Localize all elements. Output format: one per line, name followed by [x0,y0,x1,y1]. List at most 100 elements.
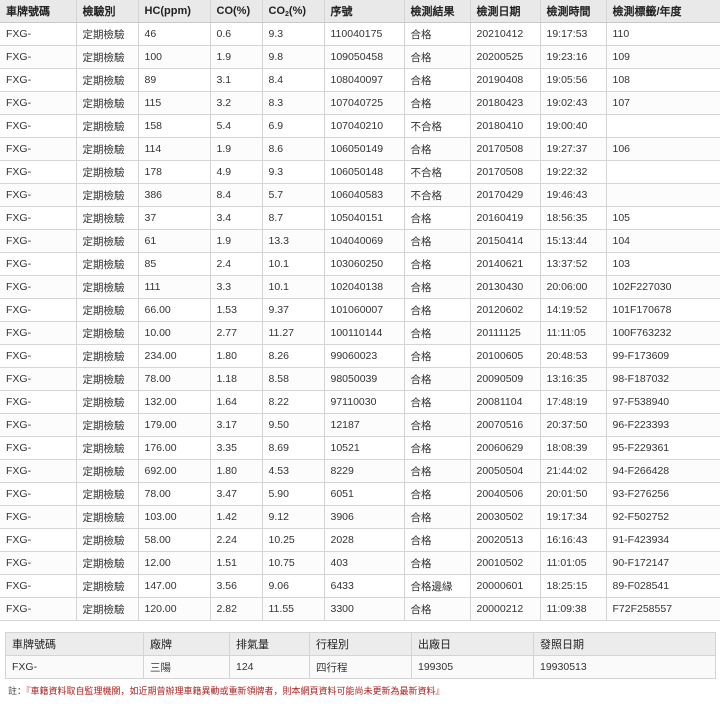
cell-label: 96-F223393 [606,413,720,437]
cell-co: 1.9 [210,229,263,253]
cell-category: 定期檢驗 [76,367,139,391]
cell-hc: 111 [138,275,211,299]
cell-plate: FXG- [0,22,77,46]
cell-hc: 78.00 [138,367,211,391]
table-row: FXG- 定期檢驗 386 8.4 5.7 106040583 不合格 20170429 19:… [0,183,720,207]
cell-co: 1.42 [210,505,263,529]
cell-result: 合格 [404,91,471,115]
cell-result: 合格 [404,45,471,69]
inspection-table: 車牌號碼 檢驗別 HC(ppm) CO(%) CO2(%) 序號 檢測結果 檢測… [0,0,720,621]
cell-label: 91-F423934 [606,528,720,552]
cell-result: 不合格 [404,114,471,138]
cell-date: 20070516 [470,413,541,437]
vehicle-header-brand: 廠牌 [143,632,230,656]
cell-plate: FXG- [0,68,77,92]
cell-co: 3.3 [210,275,263,299]
cell-time: 17:48:19 [540,390,607,414]
note-prefix: 註： [8,686,27,696]
cell-co2: 10.75 [262,551,325,575]
cell-co: 1.18 [210,367,263,391]
table-row: FXG- 定期檢驗 111 3.3 10.1 102040138 合格 20130430 20:… [0,275,720,299]
cell-time: 19:05:56 [540,68,607,92]
cell-co2: 8.3 [262,91,325,115]
cell-co2: 11.27 [262,321,325,345]
cell-plate: FXG- [0,206,77,230]
cell-co2: 9.37 [262,298,325,322]
cell-serial: 10521 [324,436,405,460]
cell-label [606,114,720,138]
cell-co: 1.80 [210,344,263,368]
cell-plate: FXG- [0,367,77,391]
cell-hc: 58.00 [138,528,211,552]
cell-result: 不合格 [404,160,471,184]
cell-co2: 8.22 [262,390,325,414]
cell-hc: 692.00 [138,459,211,483]
cell-category: 定期檢驗 [76,597,139,621]
cell-plate: FXG- [0,551,77,575]
cell-result: 合格邊緣 [404,574,471,598]
cell-label: 102F227030 [606,275,720,299]
cell-serial: 3906 [324,505,405,529]
cell-result: 合格 [404,367,471,391]
cell-result: 合格 [404,505,471,529]
cell-category: 定期檢驗 [76,298,139,322]
cell-plate: FXG- [0,252,77,276]
cell-plate: FXG- [0,160,77,184]
table-row: FXG- 定期檢驗 179.00 3.17 9.50 12187 合格 20070516 20:… [0,413,720,437]
cell-hc: 178 [138,160,211,184]
vehicle-stroke: 四行程 [309,655,412,679]
cell-co2: 8.7 [262,206,325,230]
cell-co2: 10.1 [262,252,325,276]
note-text: 『車籍資料取自監理機關，如近期曾辦理車籍異動或重新領牌者，則本網頁資料可能尚未更… [26,686,445,696]
table-row: FXG- 定期檢驗 234.00 1.80 8.26 99060023 合格 20100605… [0,344,720,368]
cell-hc: 12.00 [138,551,211,575]
cell-label: 90-F172147 [606,551,720,575]
table-row: FXG- 定期檢驗 147.00 3.56 9.06 6433 合格邊緣 20000601 18… [0,574,720,598]
cell-label: 98-F187032 [606,367,720,391]
cell-label: 106 [606,137,720,161]
table-row: FXG- 定期檢驗 78.00 3.47 5.90 6051 合格 20040506 20:01… [0,482,720,506]
cell-time: 15:13:44 [540,229,607,253]
cell-date: 20020513 [470,528,541,552]
cell-date: 20150414 [470,229,541,253]
vehicle-displacement: 124 [229,655,310,679]
cell-category: 定期檢驗 [76,183,139,207]
cell-category: 定期檢驗 [76,551,139,575]
cell-category: 定期檢驗 [76,574,139,598]
cell-time: 19:17:34 [540,505,607,529]
cell-serial: 8229 [324,459,405,483]
cell-plate: FXG- [0,482,77,506]
cell-co2: 8.6 [262,137,325,161]
cell-serial: 105040151 [324,206,405,230]
cell-co2: 9.06 [262,574,325,598]
cell-co: 3.17 [210,413,263,437]
cell-co: 2.24 [210,528,263,552]
cell-label: 101F170678 [606,298,720,322]
cell-co: 3.35 [210,436,263,460]
cell-serial: 100110144 [324,321,405,345]
cell-plate: FXG- [0,459,77,483]
cell-date: 20040506 [470,482,541,506]
cell-hc: 10.00 [138,321,211,345]
cell-label: 104 [606,229,720,253]
cell-category: 定期檢驗 [76,45,139,69]
cell-result: 合格 [404,298,471,322]
cell-label: 107 [606,91,720,115]
table-row: FXG- 定期檢驗 12.00 1.51 10.75 403 合格 20010502 11:01… [0,551,720,575]
table-row: FXG- 定期檢驗 85 2.4 10.1 103060250 合格 20140621 13:3… [0,252,720,276]
vehicle-manufacture-date: 199305 [411,655,534,679]
cell-co: 0.6 [210,22,263,46]
cell-serial: 109050458 [324,45,405,69]
cell-category: 定期檢驗 [76,528,139,552]
cell-co: 1.9 [210,137,263,161]
cell-time: 19:27:37 [540,137,607,161]
cell-co: 8.4 [210,183,263,207]
cell-result: 合格 [404,321,471,345]
col-header-co2: CO2(%) [262,0,325,23]
cell-co2: 9.8 [262,45,325,69]
cell-co: 3.4 [210,206,263,230]
cell-category: 定期檢驗 [76,459,139,483]
table-row: FXG- 定期檢驗 176.00 3.35 8.69 10521 合格 20060629 18:… [0,436,720,460]
cell-time: 14:19:52 [540,298,607,322]
cell-time: 20:48:53 [540,344,607,368]
